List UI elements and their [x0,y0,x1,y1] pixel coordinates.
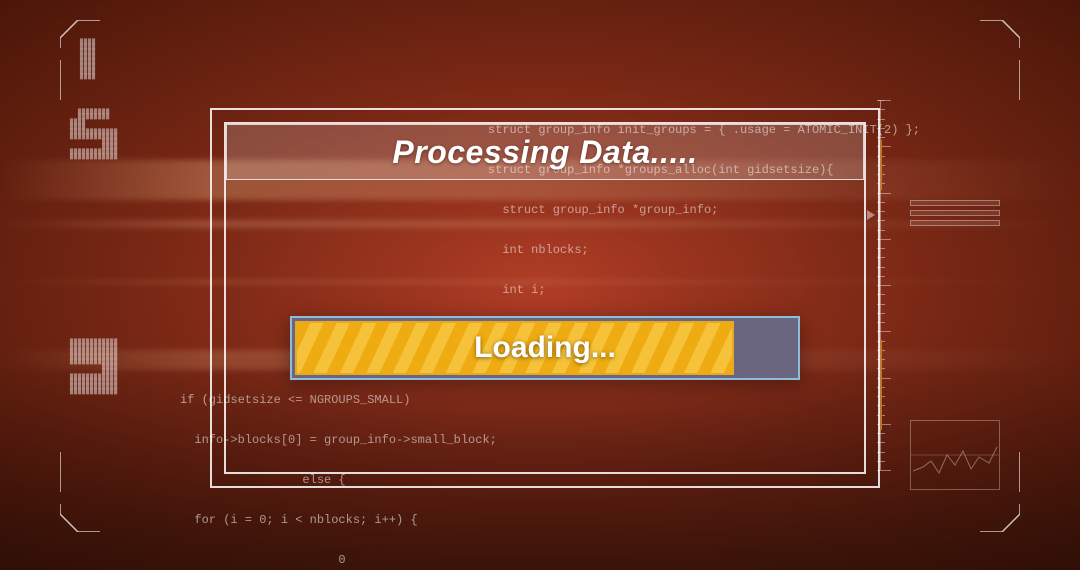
hud-corner-top-right-icon [960,20,1020,100]
loading-progress-bar: Loading... [290,316,800,380]
hud-dot-glyph: ████ ████ ████ ████ ████ ████ ████ ████ [80,40,96,80]
hud-bar [910,210,1000,216]
hud-dot-glyph: ████████ ████████ ████ ████ ████████████… [70,110,118,160]
dialog-title-bar: Processing Data..... [226,124,864,180]
processing-dialog: Processing Data..... Loading... [210,108,880,488]
hud-corner-top-left-icon [60,20,120,100]
dialog-title: Processing Data..... [392,134,697,171]
hud-bar [910,200,1000,206]
progress-label: Loading... [292,318,798,378]
hud-ruler-tick [877,100,891,101]
